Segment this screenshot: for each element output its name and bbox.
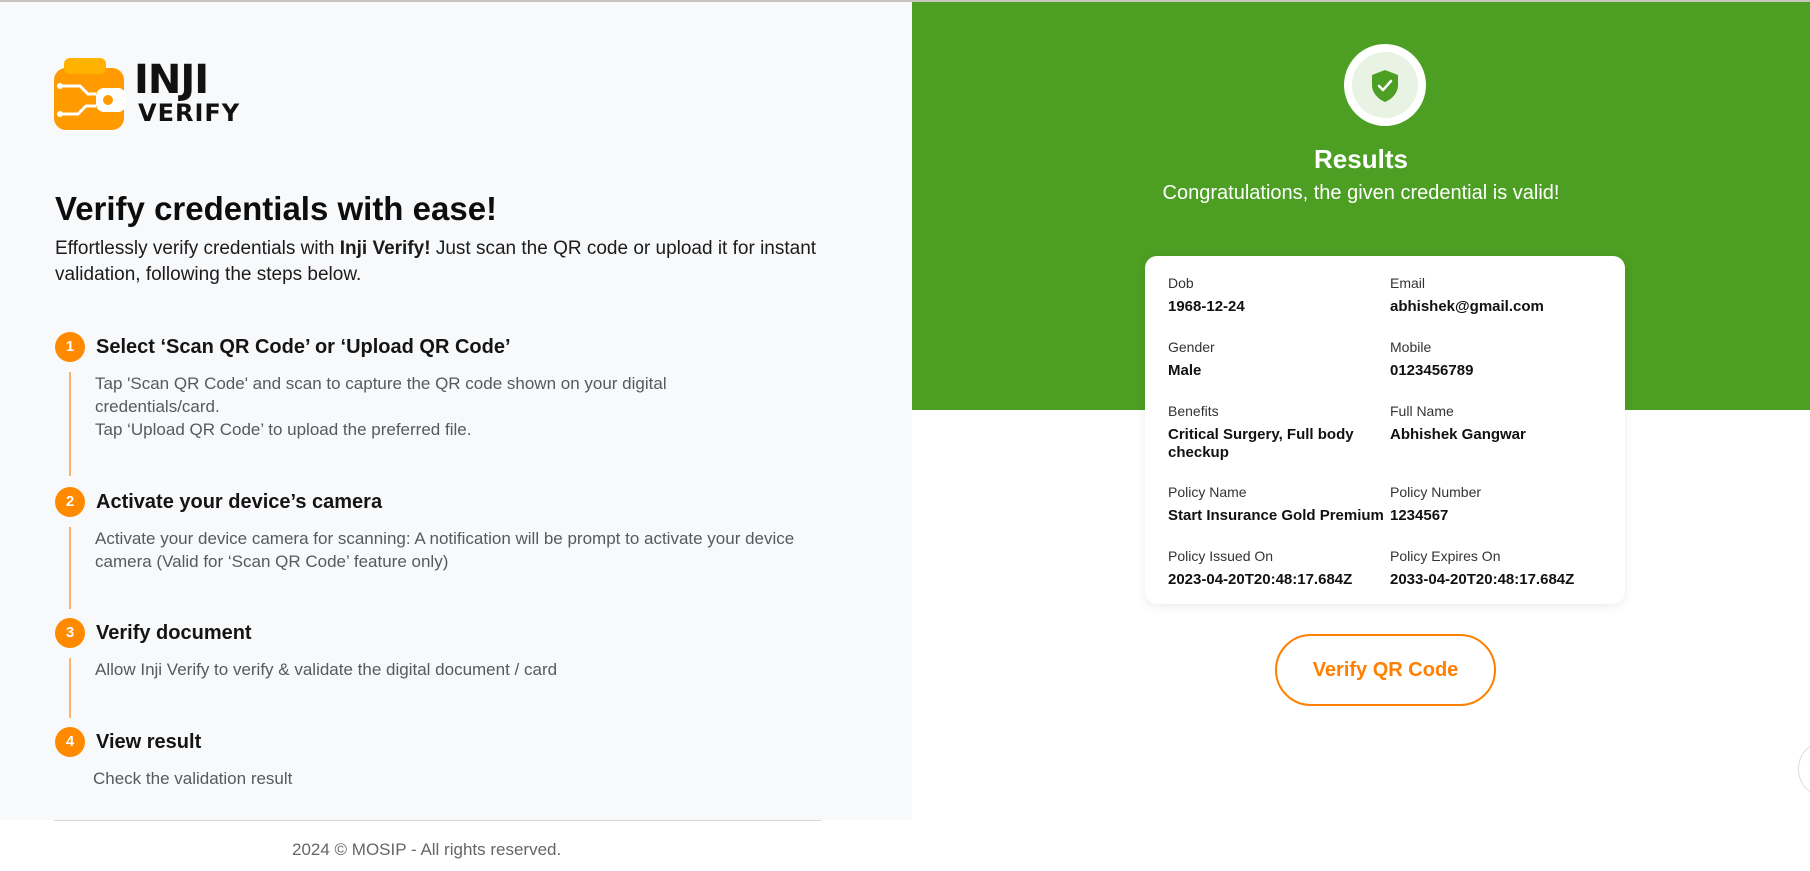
step-3-description: Allow Inji Verify to verify & validate t… [95, 660, 558, 679]
verify-qr-code-button[interactable]: Verify QR Code [1275, 634, 1496, 706]
field-label: Dob [1168, 275, 1194, 291]
field-benefits: Benefits Critical Surgery, Full body che… [1168, 402, 1368, 462]
logo-text-verify: VERIFY [138, 99, 241, 127]
field-email: Email abhishek@gmail.com [1390, 274, 1615, 316]
step-4-description: Check the validation result [93, 769, 293, 788]
field-label: Mobile [1390, 339, 1432, 355]
field-policy-name: Policy Name Start Insurance Gold Premium [1168, 483, 1386, 525]
step-2-number: 2 [55, 487, 85, 517]
results-subtitle: Congratulations, the given credential is… [1162, 182, 1560, 204]
description-brand: Inji Verify! [339, 238, 431, 259]
shield-check-icon [1372, 70, 1398, 102]
step-2-description: Activate your device camera for scanning… [95, 529, 795, 571]
field-policy-expires-on: Policy Expires On 2033-04-20T20:48:17.68… [1390, 547, 1615, 589]
step-4-title: View result [96, 731, 202, 753]
field-gender: Gender Male [1168, 338, 1393, 380]
field-value: Male [1168, 362, 1202, 379]
field-value: 1234567 [1390, 507, 1449, 524]
step-1-connector [69, 372, 71, 476]
step-1-description: Tap 'Scan QR Code' and scan to capture t… [95, 372, 755, 441]
page-description: Effortlessly verify credentials with Inj… [55, 236, 855, 288]
results-title: Results [1314, 144, 1408, 174]
step-2-title: Activate your device’s camera [96, 491, 383, 513]
field-full-name: Full Name Abhishek Gangwar [1390, 402, 1615, 444]
field-label: Benefits [1168, 403, 1219, 419]
logo-text-inji: INJI [134, 57, 209, 103]
page-title: Verify credentials with ease! [55, 190, 498, 227]
credential-card: Dob 1968-12-24 Email abhishek@gmail.com … [1145, 256, 1625, 604]
step-2-connector [69, 527, 71, 609]
field-label: Policy Number [1390, 484, 1482, 500]
field-value: Start Insurance Gold Premium [1168, 507, 1384, 524]
field-label: Policy Issued On [1168, 548, 1274, 564]
step-1-desc-line-1: Tap 'Scan QR Code' and scan to capture t… [95, 374, 667, 416]
field-label: Gender [1168, 339, 1215, 355]
result-badge [1344, 44, 1426, 126]
footer-copyright: 2024 © MOSIP - All rights reserved. [292, 840, 562, 859]
step-1-title: Select ‘Scan QR Code’ or ‘Upload QR Code… [96, 336, 511, 358]
result-badge-inner [1352, 52, 1418, 118]
description-text: Effortlessly verify credentials with [55, 238, 340, 259]
field-value: abhishek@gmail.com [1390, 298, 1544, 315]
field-label: Policy Expires On [1390, 548, 1501, 564]
field-value: Critical Surgery, Full body checkup [1168, 426, 1354, 461]
field-value: Abhishek Gangwar [1390, 426, 1526, 443]
field-value: 2033-04-20T20:48:17.684Z [1390, 571, 1575, 588]
step-3-number: 3 [55, 618, 85, 648]
field-label: Policy Name [1168, 484, 1247, 500]
field-value: 1968-12-24 [1168, 298, 1245, 315]
field-value: 2023-04-20T20:48:17.684Z [1168, 571, 1353, 588]
step-1-number: 1 [55, 332, 85, 362]
step-1-desc-line-2: Tap ‘Upload QR Code’ to upload the prefe… [95, 420, 472, 439]
field-label: Full Name [1390, 403, 1454, 419]
field-value: 0123456789 [1390, 362, 1474, 379]
field-policy-issued-on: Policy Issued On 2023-04-20T20:48:17.684… [1168, 547, 1388, 589]
field-label: Email [1390, 275, 1426, 291]
field-dob: Dob 1968-12-24 [1168, 274, 1393, 316]
step-4-number: 4 [55, 727, 85, 757]
step-3-connector [69, 658, 71, 718]
inji-verify-logo[interactable]: INJI VERIFY [54, 56, 254, 136]
footer-divider [54, 820, 822, 821]
step-3-title: Verify document [96, 622, 252, 644]
field-mobile: Mobile 0123456789 [1390, 338, 1615, 380]
field-policy-number: Policy Number 1234567 [1390, 483, 1615, 525]
wallet-circuit-icon [54, 58, 126, 130]
